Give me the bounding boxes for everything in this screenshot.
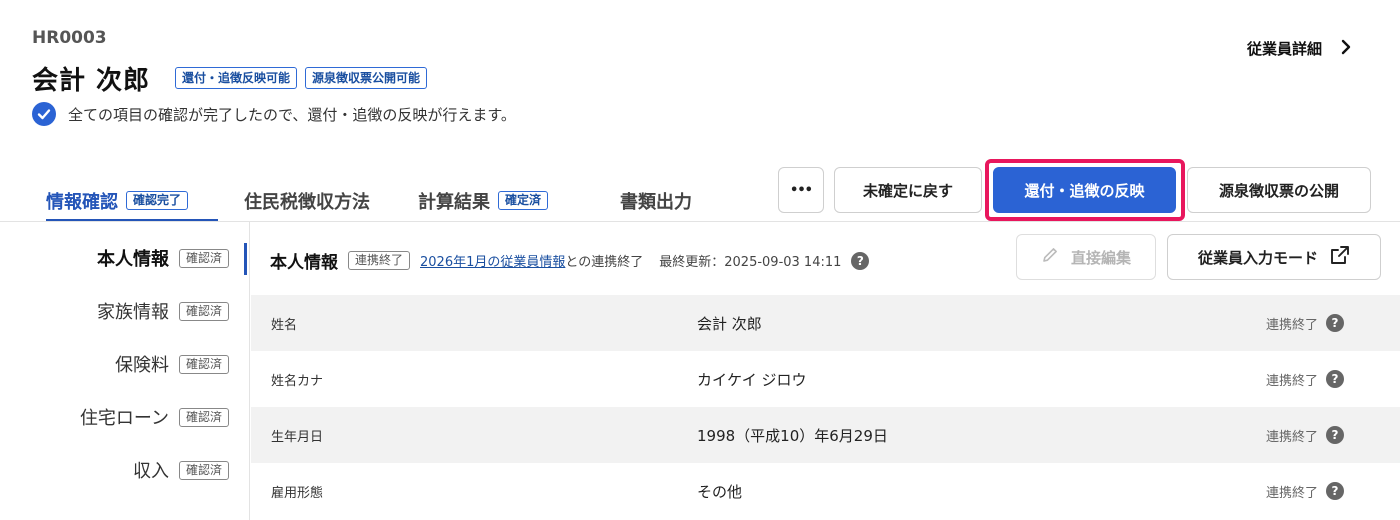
tab-documents[interactable]: 書類出力 <box>620 176 692 222</box>
section-header: 本人情報 連携終了 2026年1月の従業員情報との連携終了 最終更新：2025-… <box>270 248 870 273</box>
row-status-text: 連携終了 <box>1265 429 1318 445</box>
tab-badge: 確認完了 <box>126 191 189 210</box>
section-nav: 本人情報 確認済 家族情報 確認済 保険料 確認済 住宅ローン 確認済 収入 確… <box>0 222 250 520</box>
completion-notice: 全ての項目の確認が完了したので、還付・追徴の反映が行えます。 <box>32 102 516 126</box>
employee-info-link[interactable]: 2026年1月の従業員情報 <box>420 255 565 270</box>
nav-item-label: 収入 <box>132 461 169 482</box>
status-badge-withholding: 源泉徴収票公開可能 <box>305 67 428 89</box>
row-label: 生年月日 <box>271 429 324 445</box>
row-value: その他 <box>697 482 743 501</box>
sync-suffix: との連携終了 <box>565 255 644 270</box>
employee-detail-link[interactable]: 従業員詳細 <box>1247 36 1352 60</box>
tab-bar: 情報確認 確認完了 住民税徴収方法 計算結果 確定済 書類出力 <box>0 176 780 222</box>
more-options-button[interactable]: ••• <box>778 167 824 213</box>
row-value: カイケイ ジロウ <box>697 370 807 389</box>
row-status: 連携終了? <box>1266 482 1344 501</box>
tab-calc-result[interactable]: 計算結果 確定済 <box>418 176 549 222</box>
row-label: 雇用形態 <box>271 485 324 501</box>
chevron-right-icon <box>1340 36 1352 60</box>
employee-id: HR0003 <box>32 28 107 48</box>
publish-withholding-button[interactable]: 源泉徴収票の公開 <box>1187 167 1371 213</box>
row-status-text: 連携終了 <box>1265 317 1318 333</box>
help-icon[interactable]: ? <box>851 251 870 270</box>
tab-info-check[interactable]: 情報確認 確認完了 <box>46 176 218 222</box>
nav-item-personal[interactable]: 本人情報 確認済 <box>97 245 229 271</box>
external-link-icon <box>1330 245 1350 269</box>
row-value: 会計 次郎 <box>697 314 762 333</box>
nav-badge: 確認済 <box>178 248 229 268</box>
table-row: 雇用形態 その他 連携終了? <box>251 463 1400 519</box>
check-circle-icon <box>32 102 56 126</box>
help-icon[interactable]: ? <box>1326 370 1344 388</box>
direct-edit-button: 直接編集 <box>1016 234 1156 280</box>
employee-input-mode-button[interactable]: 従業員入力モード <box>1167 234 1381 280</box>
tab-label: 計算結果 <box>418 192 490 213</box>
direct-edit-label: 直接編集 <box>1070 248 1131 267</box>
personal-info-table: 姓名 会計 次郎 連携終了? 姓名カナ カイケイ ジロウ 連携終了? 生年月日 … <box>251 295 1400 519</box>
row-status: 連携終了? <box>1266 426 1344 445</box>
nav-badge: 確認済 <box>178 301 229 321</box>
nav-item-label: 住宅ローン <box>79 408 169 429</box>
nav-item-housing-loan[interactable]: 住宅ローン 確認済 <box>80 404 229 430</box>
nav-badge: 確認済 <box>178 354 229 374</box>
active-section-indicator <box>244 243 247 275</box>
nav-item-label: 保険料 <box>114 355 169 376</box>
nav-badge: 確認済 <box>178 407 229 427</box>
section-title: 本人情報 <box>270 253 338 273</box>
help-icon[interactable]: ? <box>1326 482 1344 500</box>
tab-label: 情報確認 <box>46 192 118 213</box>
help-icon[interactable]: ? <box>1326 426 1344 444</box>
revert-button[interactable]: 未確定に戻す <box>834 167 982 213</box>
employee-badges: 還付・追徴反映可能 源泉徴収票公開可能 <box>175 67 428 89</box>
row-status: 連携終了? <box>1266 314 1344 333</box>
tab-label: 書類出力 <box>620 192 692 213</box>
sync-status-badge: 連携終了 <box>348 251 411 270</box>
highlight-frame <box>985 159 1185 221</box>
tab-badge: 確定済 <box>498 191 549 210</box>
nav-item-family[interactable]: 家族情報 確認済 <box>97 298 229 324</box>
help-icon[interactable]: ? <box>1326 314 1344 332</box>
nav-item-label: 家族情報 <box>96 302 169 323</box>
tab-resident-tax[interactable]: 住民税徴収方法 <box>244 176 370 222</box>
row-status-text: 連携終了 <box>1265 373 1318 389</box>
nav-item-income[interactable]: 収入 確認済 <box>133 457 229 483</box>
table-row: 生年月日 1998（平成10）年6月29日 連携終了? <box>251 407 1400 463</box>
row-label: 姓名 <box>271 317 298 333</box>
nav-item-insurance[interactable]: 保険料 確認済 <box>115 351 229 377</box>
row-status-text: 連携終了 <box>1265 485 1318 501</box>
last-updated: 最終更新：2025-09-03 14:11 <box>659 255 842 270</box>
nav-badge: 確認済 <box>178 460 229 480</box>
notice-text: 全ての項目の確認が完了したので、還付・追徴の反映が行えます。 <box>68 105 516 124</box>
pencil-icon <box>1041 246 1059 268</box>
table-row: 姓名カナ カイケイ ジロウ 連携終了? <box>251 351 1400 407</box>
tab-label: 住民税徴収方法 <box>244 192 370 213</box>
row-value: 1998（平成10）年6月29日 <box>697 426 888 445</box>
nav-item-label: 本人情報 <box>96 249 169 270</box>
employee-detail-label: 従業員詳細 <box>1246 39 1322 58</box>
employee-name: 会計 次郎 <box>32 66 151 96</box>
input-mode-label: 従業員入力モード <box>1197 248 1318 267</box>
sync-description: 2026年1月の従業員情報との連携終了 <box>420 251 643 270</box>
status-badge-refund: 還付・追徴反映可能 <box>175 67 298 89</box>
row-status: 連携終了? <box>1266 370 1344 389</box>
table-row: 姓名 会計 次郎 連携終了? <box>251 295 1400 351</box>
row-label: 姓名カナ <box>271 373 324 389</box>
